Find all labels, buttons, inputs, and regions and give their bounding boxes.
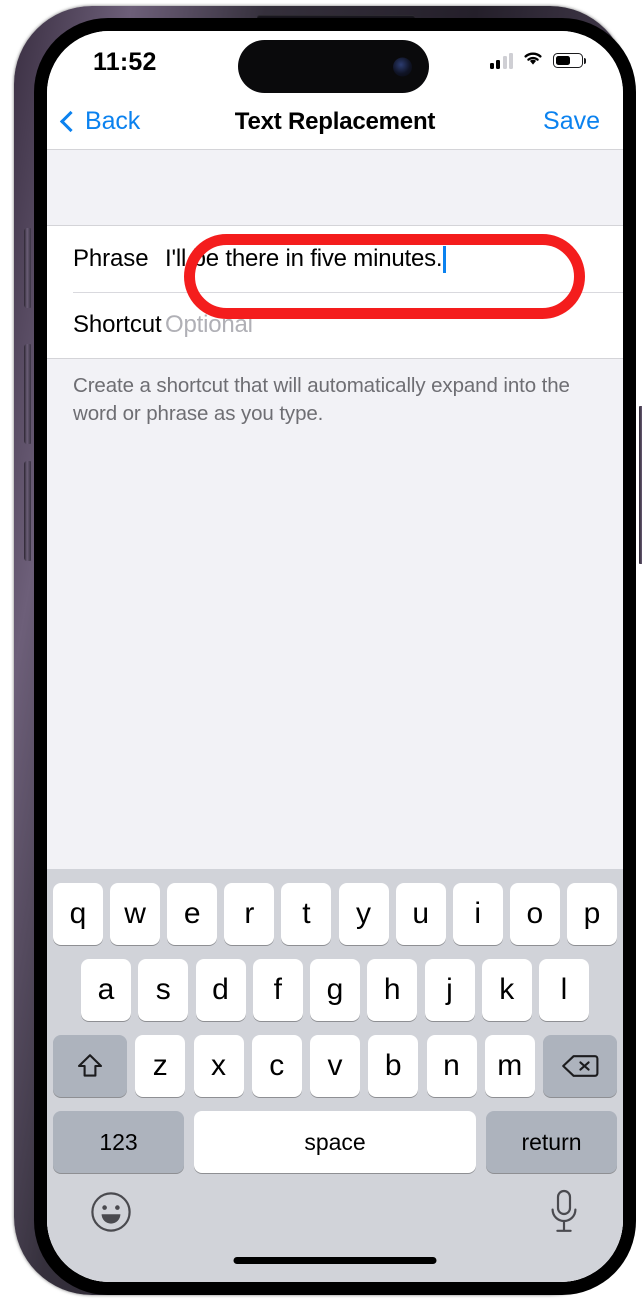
wifi-icon — [521, 49, 545, 72]
cellular-signal-icon — [489, 52, 513, 69]
shortcut-input[interactable]: Optional — [165, 311, 623, 339]
home-indicator[interactable] — [233, 1257, 437, 1264]
key-i[interactable]: i — [452, 883, 503, 945]
keyboard-row-3: z x c v b n m — [47, 1035, 623, 1097]
action-button[interactable] — [24, 228, 31, 308]
key-v[interactable]: v — [310, 1035, 360, 1097]
key-g[interactable]: g — [310, 959, 360, 1021]
key-j[interactable]: j — [424, 959, 475, 1021]
key-b[interactable]: b — [368, 1035, 419, 1097]
key-p[interactable]: p — [566, 883, 617, 945]
save-button[interactable]: Save — [543, 94, 600, 149]
keyboard-bottom-bar — [47, 1184, 623, 1282]
page-title: Text Replacement — [234, 107, 436, 135]
front-camera-icon — [393, 57, 412, 76]
status-bar: 11:52 — [47, 31, 623, 94]
phrase-input[interactable]: I'll be there in five minutes. — [165, 245, 623, 273]
keyboard-row-4: 123 space return — [47, 1111, 623, 1173]
shift-arrow-up-icon[interactable] — [53, 1035, 127, 1097]
key-x[interactable]: x — [193, 1035, 244, 1097]
key-h[interactable]: h — [367, 959, 418, 1021]
key-c[interactable]: c — [251, 1035, 302, 1097]
key-u[interactable]: u — [395, 883, 446, 945]
onscreen-keyboard: q w e r t y u i o p a s d f g h j k l z … — [47, 869, 623, 1282]
key-r[interactable]: r — [224, 883, 275, 945]
numbers-key[interactable]: 123 — [53, 1111, 184, 1173]
volume-up-button[interactable] — [24, 344, 31, 444]
form-footer-note: Create a shortcut that will automaticall… — [73, 374, 570, 425]
backspace-delete-icon[interactable] — [543, 1035, 617, 1097]
text-caret — [443, 245, 446, 273]
emoji-smiley-icon[interactable] — [89, 1190, 133, 1234]
key-m[interactable]: m — [484, 1035, 535, 1097]
keyboard-row-1: q w e r t y u i o p — [47, 883, 623, 945]
key-k[interactable]: k — [481, 959, 532, 1021]
key-y[interactable]: y — [338, 883, 389, 945]
key-s[interactable]: s — [138, 959, 189, 1021]
phrase-input-value: I'll be there in five minutes. — [165, 245, 443, 272]
microphone-icon[interactable] — [547, 1188, 581, 1236]
navigation-bar: Back Text Replacement Save — [47, 94, 623, 150]
key-a[interactable]: a — [81, 959, 131, 1021]
key-l[interactable]: l — [539, 959, 589, 1021]
key-n[interactable]: n — [426, 1035, 477, 1097]
phrase-row-label: Phrase — [73, 245, 149, 272]
volume-down-button[interactable] — [24, 461, 31, 561]
settings-content: Phrase I'll be there in five minutes. Sh… — [47, 150, 623, 1282]
return-key[interactable]: return — [486, 1111, 617, 1173]
key-q[interactable]: q — [53, 883, 103, 945]
key-z[interactable]: z — [135, 1035, 186, 1097]
text-replacement-form-group: Phrase I'll be there in five minutes. Sh… — [47, 225, 623, 359]
phrase-row[interactable]: Phrase I'll be there in five minutes. — [47, 226, 623, 292]
key-d[interactable]: d — [195, 959, 246, 1021]
key-f[interactable]: f — [252, 959, 303, 1021]
battery-icon — [553, 53, 587, 68]
key-e[interactable]: e — [167, 883, 218, 945]
space-key[interactable]: space — [194, 1111, 476, 1173]
status-icons — [489, 49, 587, 72]
key-o[interactable]: o — [509, 883, 560, 945]
key-t[interactable]: t — [281, 883, 332, 945]
status-time: 11:52 — [93, 48, 157, 76]
key-w[interactable]: w — [110, 883, 161, 945]
shortcut-row[interactable]: Shortcut Optional — [47, 292, 623, 358]
shortcut-row-label: Shortcut — [73, 311, 162, 338]
phone-screen: 11:52 Back Text Replacement Save Phrase … — [47, 31, 623, 1282]
keyboard-row-2: a s d f g h j k l — [47, 959, 623, 1021]
dynamic-island — [238, 40, 429, 93]
phone-frame: 11:52 Back Text Replacement Save Phrase … — [14, 6, 642, 1295]
